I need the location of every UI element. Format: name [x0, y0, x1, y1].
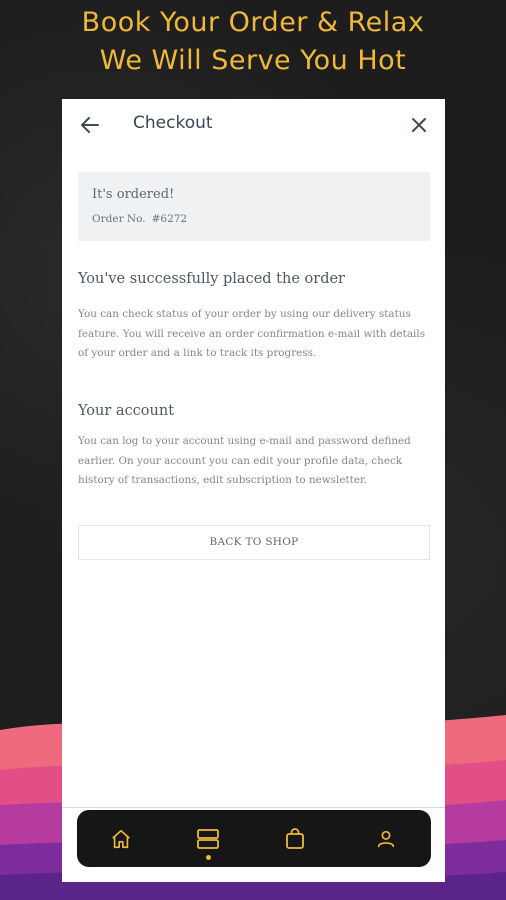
order-number-value: #6272	[151, 213, 188, 225]
promo-title: Book Your Order & Relax We Will Serve Yo…	[0, 4, 506, 80]
success-body: You can check status of your order by us…	[78, 308, 426, 359]
back-to-shop-button[interactable]: BACK TO SHOP	[78, 525, 430, 560]
order-number-label: Order No.	[92, 213, 146, 225]
orders-icon	[197, 829, 219, 849]
confirmation-title: It's ordered!	[92, 187, 175, 202]
home-icon	[112, 829, 130, 849]
promo-line-2: We Will Serve You Hot	[99, 45, 407, 76]
order-number-row: Order No. #6272	[92, 213, 187, 225]
account-body: You can log to your account using e-mail…	[78, 435, 411, 486]
phone-screen: Checkout It's ordered! Order No. #6272 Yo…	[62, 99, 445, 882]
order-confirmation-box: It's ordered! Order No. #6272	[78, 172, 430, 241]
nav-item-orders[interactable]	[178, 810, 238, 867]
bottom-navigation	[77, 810, 431, 867]
success-heading: You've successfully placed the order	[78, 271, 345, 287]
arrow-left-icon[interactable]	[78, 113, 102, 137]
shopping-bag-icon	[286, 828, 304, 849]
page-title: Checkout	[133, 113, 213, 133]
nav-item-home[interactable]	[91, 810, 151, 867]
account-heading: Your account	[78, 403, 175, 419]
close-icon[interactable]	[407, 113, 431, 137]
app-header: Checkout	[62, 99, 445, 155]
active-indicator-dot	[205, 855, 211, 860]
nav-item-profile[interactable]	[356, 810, 416, 867]
nav-item-cart[interactable]	[265, 810, 325, 867]
divider	[62, 807, 445, 808]
promo-line-1: Book Your Order & Relax	[81, 7, 425, 38]
profile-icon	[377, 830, 395, 848]
